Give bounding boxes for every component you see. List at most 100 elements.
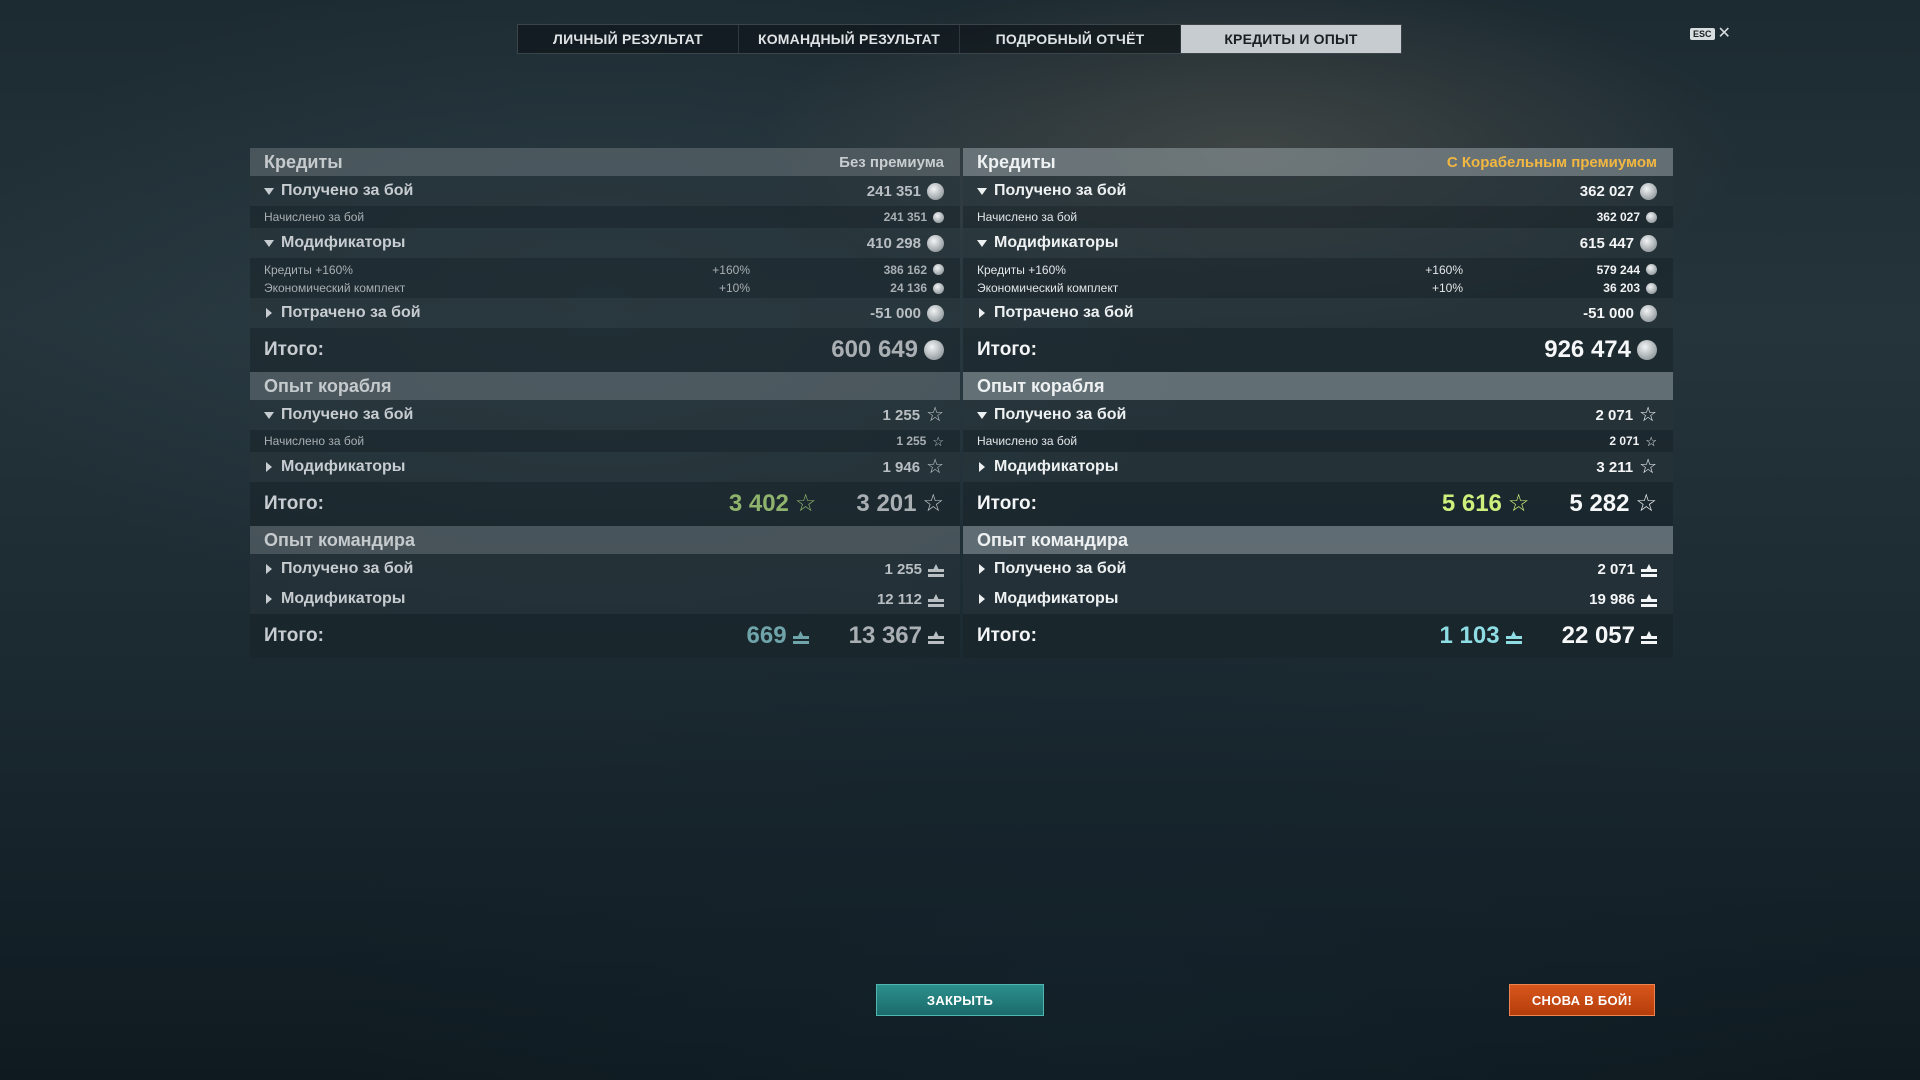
row-value: 241 351 (866, 182, 921, 200)
battle-again-button[interactable]: СНОВА В БОЙ! (1509, 984, 1655, 1016)
commander-xp-total-row: Итого: 1 103 22 057 (963, 614, 1673, 658)
no-premium-panel: Кредиты Без премиума Получено за бой 241… (250, 148, 960, 658)
total-value: 13 367 (848, 622, 922, 649)
credit-coin-icon (927, 234, 944, 252)
esc-key-badge: ESC (1690, 28, 1715, 40)
credits-accrued-row: Начислено за бой 362 027 (963, 206, 1673, 228)
ship-xp-total-row: Итого: 5 616 ☆ 5 282 ☆ (963, 482, 1673, 526)
row-value: 2 071 (1597, 560, 1635, 578)
tab-personal-result[interactable]: ЛИЧНЫЙ РЕЗУЛЬТАТ (518, 25, 739, 53)
row-label: Потрачено за бой (994, 304, 1134, 321)
row-label: Модификаторы (281, 458, 406, 475)
row-label: Модификаторы (281, 590, 406, 607)
credit-coin-icon (1646, 211, 1657, 223)
total-label: Итого: (977, 625, 1037, 646)
row-value: 362 027 (1596, 210, 1640, 224)
row-label: Получено за бой (994, 182, 1127, 199)
credits-earned-row[interactable]: Получено за бой 362 027 (963, 176, 1673, 206)
collapse-arrow-icon[interactable] (977, 410, 987, 420)
account-type-label: Без премиума (839, 153, 944, 171)
tab-credits-and-xp[interactable]: КРЕДИТЫ И ОПЫТ (1181, 25, 1401, 53)
row-label: Кредиты +160% (264, 262, 353, 277)
modifier-percent: +160% (712, 262, 750, 277)
account-type-label: С Корабельным премиумом (1446, 153, 1657, 171)
credit-coin-icon (1640, 182, 1657, 200)
free-xp-star-icon: ☆ (1507, 490, 1530, 517)
collapse-arrow-icon[interactable] (264, 186, 274, 196)
close-button[interactable]: ЗАКРЫТЬ (876, 984, 1044, 1016)
expand-arrow-icon[interactable] (264, 564, 274, 574)
expand-arrow-icon[interactable] (264, 308, 274, 318)
row-label: Модификаторы (994, 234, 1119, 251)
section-title: Опыт корабля (264, 375, 392, 396)
row-label: Модификаторы (994, 590, 1119, 607)
row-label: Начислено за бой (264, 434, 365, 448)
commander-xp-header: Опыт командира (250, 526, 960, 554)
total-value: 5 282 (1569, 490, 1630, 517)
expand-arrow-icon[interactable] (977, 594, 987, 604)
row-label: Экономический комплект (264, 281, 406, 295)
row-label: Экономический комплект (977, 281, 1119, 295)
credit-coin-icon (1637, 340, 1657, 360)
credits-spent-row[interactable]: Потрачено за бой -51 000 (963, 298, 1673, 328)
star-icon: ☆ (1639, 456, 1657, 478)
star-icon: ☆ (1645, 433, 1657, 449)
ship-xp-earned-row[interactable]: Получено за бой 1 255 ☆ (250, 400, 960, 430)
row-value: 3 211 (1596, 458, 1634, 476)
total-value: 600 649 (831, 336, 918, 363)
row-value: -51 000 (1583, 304, 1634, 322)
commander-xp-earned-row[interactable]: Получено за бой 2 071 (963, 554, 1673, 584)
collapse-arrow-icon[interactable] (977, 238, 987, 248)
collapse-arrow-icon[interactable] (264, 238, 274, 248)
expand-arrow-icon[interactable] (977, 308, 987, 318)
expand-arrow-icon[interactable] (264, 594, 274, 604)
modifier-percent: +10% (718, 281, 750, 295)
credits-accrued-row: Начислено за бой 241 351 (250, 206, 960, 228)
credit-coin-icon (1640, 304, 1657, 322)
row-label: Кредиты +160% (977, 262, 1066, 277)
row-value: 1 946 (882, 458, 921, 476)
free-commander-xp-value: 669 (746, 622, 787, 649)
commander-xp-modifiers-row[interactable]: Модификаторы 19 986 (963, 584, 1673, 614)
ship-xp-total-row: Итого: 3 402 ☆ 3 201 ☆ (250, 482, 960, 526)
expand-arrow-icon[interactable] (977, 564, 987, 574)
row-value: 1 255 (882, 406, 921, 424)
ship-xp-accrued-row: Начислено за бой 1 255 ☆ (250, 430, 960, 452)
tab-team-result[interactable]: КОМАНДНЫЙ РЕЗУЛЬТАТ (739, 25, 960, 53)
expand-arrow-icon[interactable] (264, 462, 274, 472)
row-label: Получено за бой (994, 560, 1127, 577)
commander-xp-icon (928, 561, 944, 577)
row-value: 36 203 (1603, 281, 1640, 295)
credit-coin-icon (1646, 282, 1657, 294)
collapse-arrow-icon[interactable] (977, 186, 987, 196)
commander-xp-earned-row[interactable]: Получено за бой 1 255 (250, 554, 960, 584)
credits-bonus-row: Кредиты +160% +160% 386 162 (250, 258, 960, 278)
esc-close-button[interactable]: ESC ✕ (1690, 26, 1731, 42)
credit-coin-icon (924, 340, 944, 360)
expand-arrow-icon[interactable] (977, 462, 987, 472)
credits-modifiers-row[interactable]: Модификаторы 410 298 (250, 228, 960, 258)
ship-xp-modifiers-row[interactable]: Модификаторы 1 946 ☆ (250, 452, 960, 482)
ship-xp-earned-row[interactable]: Получено за бой 2 071 ☆ (963, 400, 1673, 430)
ship-premium-panel: Кредиты С Корабельным премиумом Получено… (963, 148, 1673, 658)
credits-modifiers-row[interactable]: Модификаторы 615 447 (963, 228, 1673, 258)
row-value: 1 255 (884, 560, 922, 578)
star-icon: ☆ (1635, 490, 1657, 517)
star-icon: ☆ (922, 490, 944, 517)
credit-coin-icon (1646, 264, 1657, 275)
commander-xp-modifiers-row[interactable]: Модификаторы 12 112 (250, 584, 960, 614)
row-value: 615 447 (1579, 234, 1634, 252)
credits-bonus-row: Кредиты +160% +160% 579 244 (963, 258, 1673, 278)
total-label: Итого: (977, 339, 1037, 360)
credits-earned-row[interactable]: Получено за бой 241 351 (250, 176, 960, 206)
economic-kit-row: Экономический комплект +10% 36 203 (963, 278, 1673, 298)
tab-detailed-report[interactable]: ПОДРОБНЫЙ ОТЧЁТ (960, 25, 1181, 53)
credit-coin-icon (927, 182, 944, 200)
credit-coin-icon (927, 304, 944, 322)
row-value: 241 351 (883, 210, 927, 224)
credit-coin-icon (933, 264, 944, 275)
ship-xp-modifiers-row[interactable]: Модификаторы 3 211 ☆ (963, 452, 1673, 482)
credits-spent-row[interactable]: Потрачено за бой -51 000 (250, 298, 960, 328)
free-xp-total-value: 5 616 (1441, 490, 1502, 517)
collapse-arrow-icon[interactable] (264, 410, 274, 420)
